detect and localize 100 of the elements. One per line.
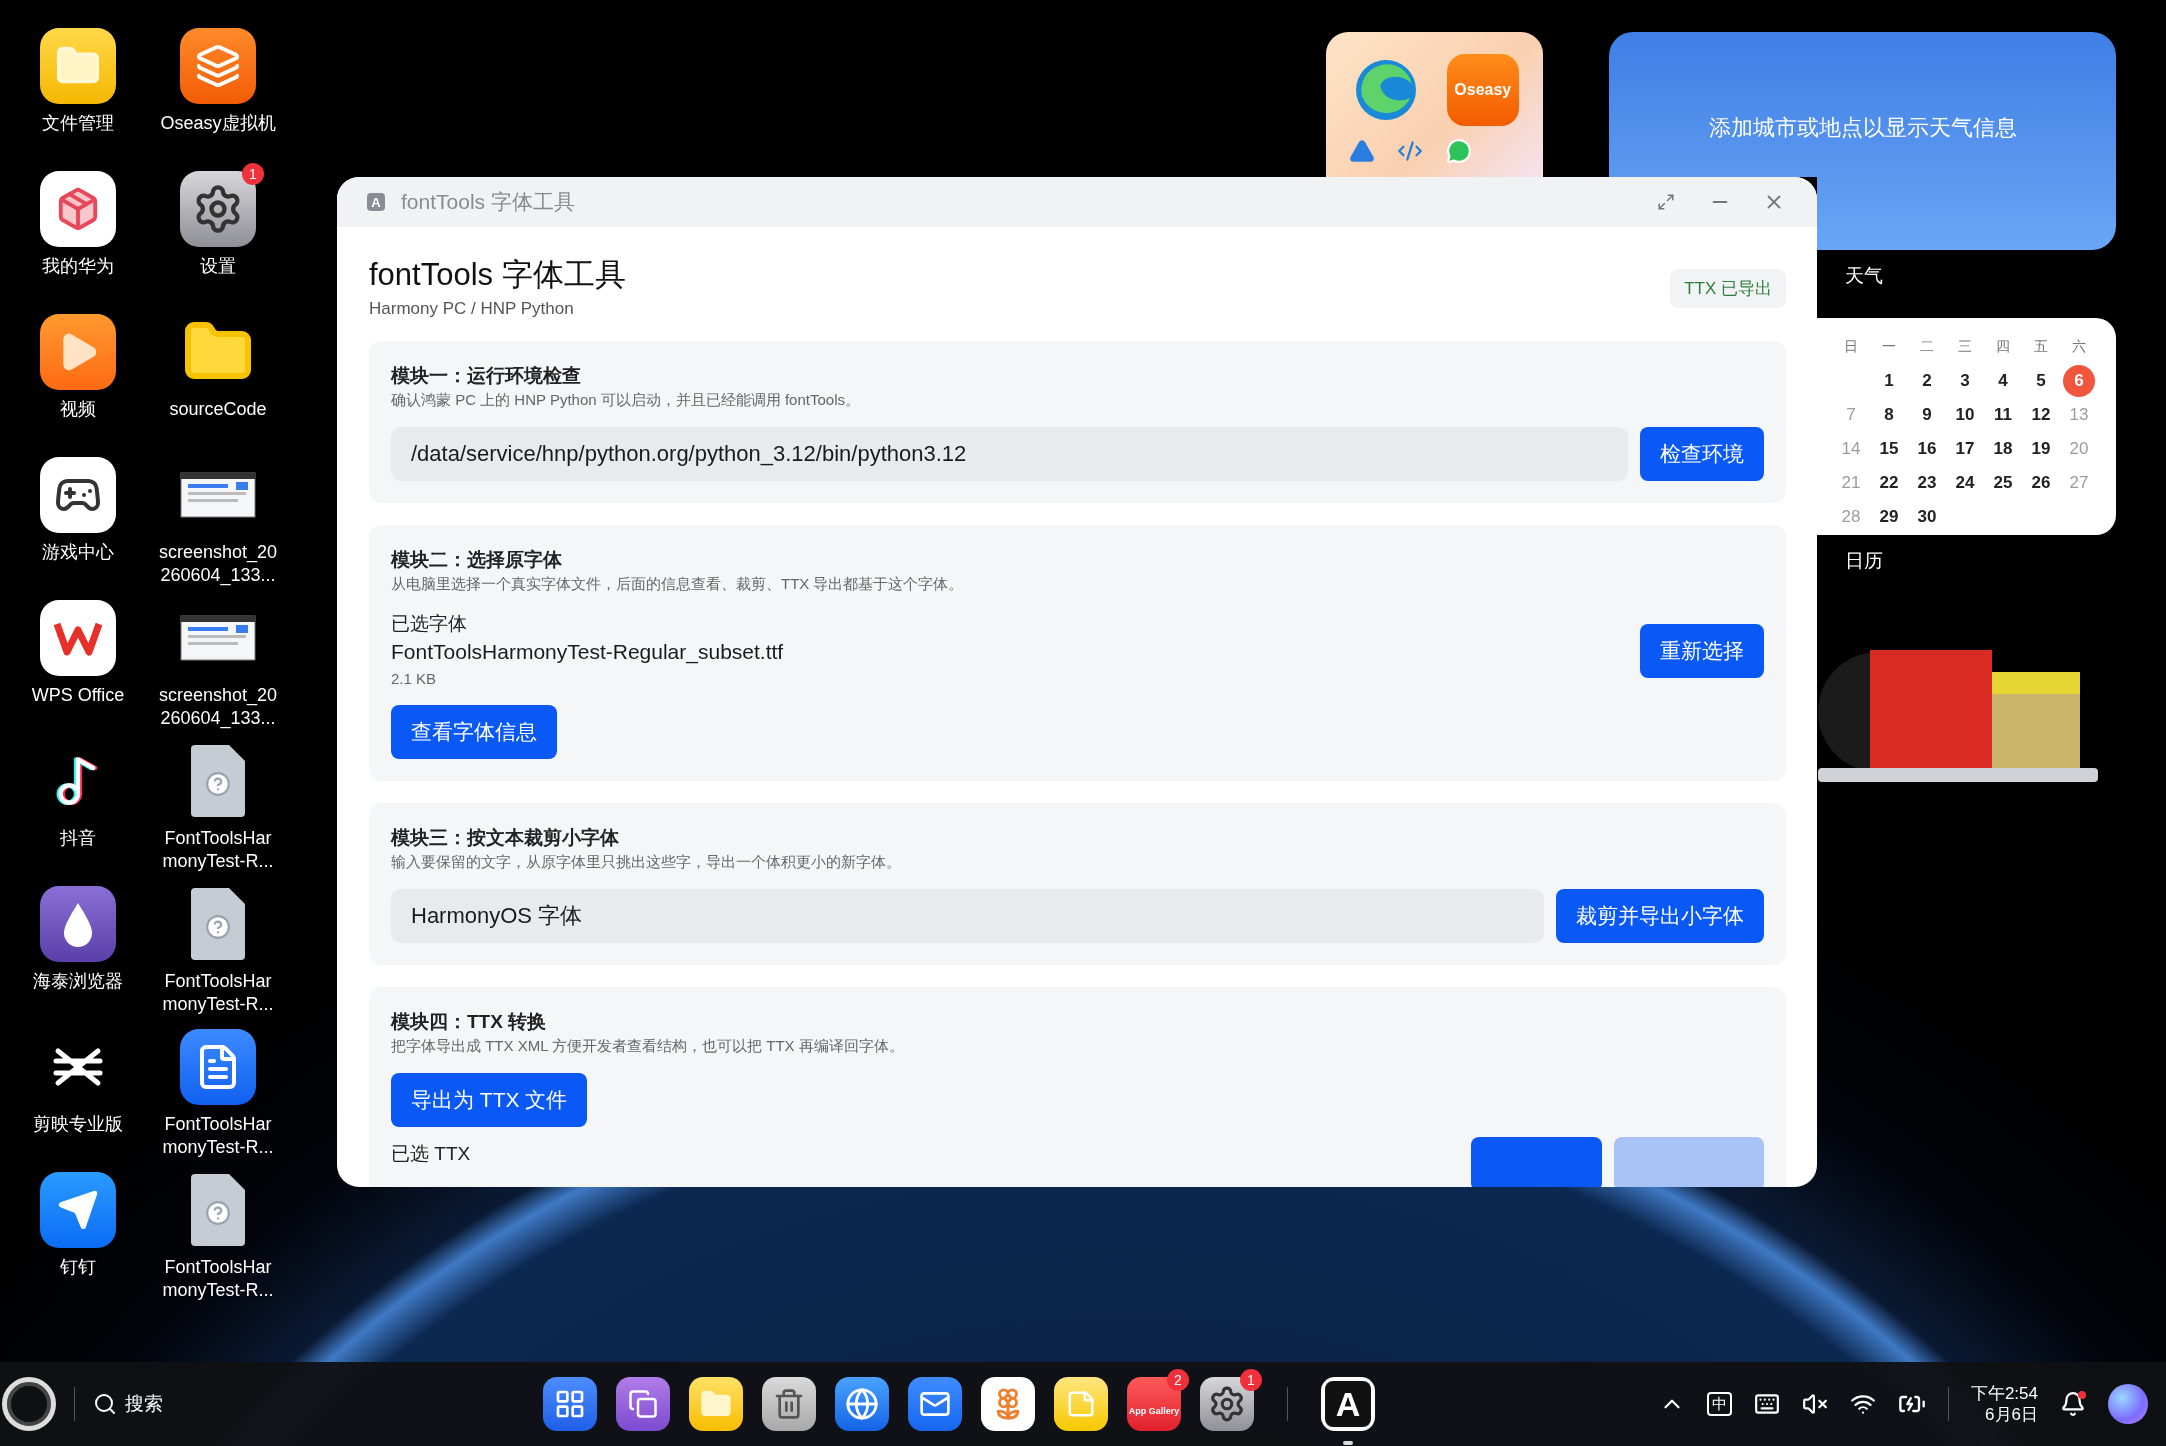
calendar-date: 29	[1878, 506, 1900, 528]
layers-icon	[180, 28, 256, 104]
calendar-date: 27	[2068, 472, 2090, 494]
module-title: 模块一：运行环境检查	[391, 364, 582, 388]
calendar-date: 20	[2068, 438, 2090, 460]
today-date: 6	[2063, 365, 2095, 397]
letter-app-icon[interactable]: A	[1321, 1377, 1375, 1431]
input-method-button[interactable]: 中	[1706, 1392, 1732, 1416]
bell-icon[interactable]	[2060, 1391, 2086, 1417]
calendar-date: 5	[2035, 370, 2047, 392]
calendar-date: 19	[2030, 438, 2052, 460]
calendar-date: 2	[1921, 370, 1933, 392]
desktop-shortcut[interactable]: FontToolsHarmonyTest-R...	[148, 876, 288, 1019]
desktop-shortcut[interactable]: 我的华为	[8, 161, 148, 304]
calendar-date: 8	[1883, 404, 1895, 426]
folder-icon[interactable]	[689, 1377, 743, 1431]
desktop-shortcut[interactable]: 海泰浏览器	[8, 876, 148, 1019]
calendar-date: 14	[1840, 438, 1862, 460]
settings-icon	[180, 171, 256, 247]
note-icon[interactable]	[1054, 1377, 1108, 1431]
play-icon	[40, 314, 116, 390]
file-name: FontToolsHarmonyTest-Regular_subset.ttf	[391, 639, 785, 666]
desktop-shortcut[interactable]: screenshot_20260604_133...	[148, 590, 288, 733]
gamepad-icon	[40, 457, 116, 533]
action-button[interactable]: 查看字体信息	[391, 705, 557, 759]
drop-icon	[40, 886, 116, 962]
calendar-date: 30	[1916, 506, 1938, 528]
calendar-date: 10	[1954, 404, 1976, 426]
folder-icon	[40, 28, 116, 104]
calendar-date: 11	[1993, 404, 2013, 426]
calendar-date: 28	[1840, 506, 1862, 528]
app-title: fontTools 字体工具	[369, 256, 626, 294]
calendar-date: 26	[2030, 472, 2052, 494]
mail-icon[interactable]	[908, 1377, 962, 1431]
calendar-date: 16	[1916, 438, 1938, 460]
field-label: 已选字体	[391, 612, 468, 636]
calendar-date: 15	[1878, 438, 1900, 460]
action-button[interactable]: 裁剪并导出小字体	[1556, 889, 1764, 943]
wing-icon	[40, 1172, 116, 1248]
search-icon	[93, 1392, 117, 1416]
widget-label: 日历	[1845, 549, 1883, 573]
zigzag-logo-icon	[40, 600, 116, 676]
desktop-shortcut[interactable]: 抖音	[8, 733, 148, 876]
calendar-date: 17	[1954, 438, 1976, 460]
settings-icon[interactable]	[1200, 1377, 1254, 1431]
calendar-date: 1	[1883, 370, 1895, 392]
action-button[interactable]: 重新选择	[1640, 624, 1764, 678]
globe-icon[interactable]	[835, 1377, 889, 1431]
action-button[interactable]: 检查环境	[1640, 427, 1764, 481]
desktop-shortcut[interactable]: FontToolsHarmonyTest-R...	[148, 1162, 288, 1305]
weekday-label: 一	[1882, 338, 1896, 356]
box-icon	[40, 171, 116, 247]
desktop-shortcut[interactable]: FontToolsHarmonyTest-R...	[148, 733, 288, 876]
weekday-label: 二	[1920, 338, 1934, 356]
calendar-date: 23	[1916, 472, 1938, 494]
triangle-icon[interactable]	[1349, 138, 1376, 164]
action-button[interactable]: 导出为 TTX 文件	[391, 1073, 588, 1127]
weekday-label: 四	[1996, 338, 2010, 356]
calendar-date: 22	[1878, 472, 1900, 494]
weekday-label: 五	[2034, 338, 2048, 356]
desktop-shortcut[interactable]: 1 设置	[148, 161, 288, 304]
desktop-shortcut[interactable]: 钉钉	[8, 1162, 148, 1305]
weekday-label: 六	[2072, 338, 2086, 356]
widget-label: 天气	[1845, 264, 1883, 288]
keyboard-icon[interactable]	[1753, 1391, 1780, 1417]
desktop-shortcut[interactable]: Oseasy虚拟机	[148, 18, 288, 161]
module-title: 模块三：按文本裁剪小字体	[391, 826, 620, 850]
calendar-widget[interactable]: 日 一 二 三 四 五 六 1 2 3 4 5 6 7 8 9 10 11 12 13 14 15 16 17 18 19 20 21 22 23 24 25 26 27 28 29 30	[1817, 318, 2116, 535]
text-field[interactable]: HarmonyOS 字体	[391, 889, 1544, 943]
calendar-date: 25	[1992, 472, 2014, 494]
module-title: 模块二：选择原字体	[391, 548, 563, 572]
avatar[interactable]	[2108, 1384, 2148, 1424]
path-field[interactable]: /data/service/hnp/python.org/python_3.12/bin/python3.12	[391, 427, 1628, 481]
mute-icon[interactable]	[1801, 1391, 1828, 1417]
grid-icon[interactable]	[543, 1377, 597, 1431]
desktop-shortcut[interactable]: 视频	[8, 304, 148, 447]
weekday-label: 日	[1844, 338, 1858, 356]
calendar-date: 9	[1921, 404, 1933, 426]
module-description: 从电脑里选择一个真实字体文件，后面的信息查看、裁剪、TTX 导出都基于这个字体。	[391, 574, 965, 594]
weekday-label: 三	[1958, 338, 1972, 356]
desktop-shortcut[interactable]: FontToolsHarmonyTest-R...	[148, 1019, 288, 1162]
desktop-shortcut[interactable]: 游戏中心	[8, 447, 148, 590]
desktop-shortcut[interactable]: 文件管理	[8, 18, 148, 161]
desktop-shortcut[interactable]: WPS Office	[8, 590, 148, 733]
trash-icon[interactable]	[762, 1377, 816, 1431]
module-description: 确认鸿蒙 PC 上的 HNP Python 可以启动，并且已经能调用 fontTools。	[391, 390, 861, 410]
start-button[interactable]	[2, 1377, 56, 1431]
calendar-date: 21	[1840, 472, 1862, 494]
desktop-shortcut[interactable]: 剪映专业版	[8, 1019, 148, 1162]
calendar-date: 7	[1845, 404, 1857, 426]
clock[interactable]: 下午2:54 6月6日	[1970, 1383, 2038, 1425]
search-button[interactable]: 搜索	[93, 1391, 163, 1417]
code-icon[interactable]	[1397, 138, 1424, 164]
flower-icon[interactable]	[981, 1377, 1035, 1431]
windows-icon[interactable]	[616, 1377, 670, 1431]
desktop-shortcut[interactable]: sourceCode	[148, 304, 288, 447]
desktop-shortcut[interactable]: screenshot_20260604_133...	[148, 447, 288, 590]
app-subtitle: Harmony PC / HNP Python	[369, 299, 575, 319]
calendar-date: 4	[1997, 370, 2009, 392]
notification-badge: 2	[1167, 1369, 1189, 1391]
